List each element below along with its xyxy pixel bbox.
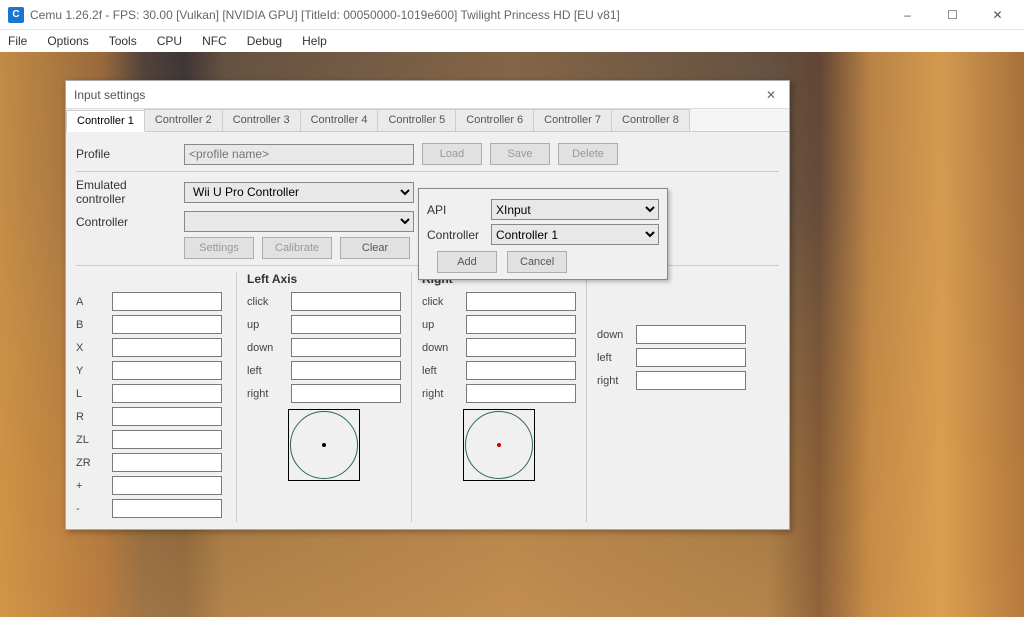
dialog-title: Input settings (74, 88, 761, 102)
profile-combo[interactable] (184, 144, 414, 165)
tab-controller-6[interactable]: Controller 6 (455, 109, 534, 131)
raxis-down-input[interactable] (466, 338, 576, 357)
btn-plus-input[interactable] (112, 476, 222, 495)
extra-left-input[interactable] (636, 348, 746, 367)
window-title: Cemu 1.26.2f - FPS: 30.00 [Vulkan] [NVID… (30, 8, 885, 22)
laxis-right-label: right (247, 388, 285, 400)
clear-button[interactable]: Clear (340, 237, 410, 259)
load-button[interactable]: Load (422, 143, 482, 165)
extra-right-label: right (597, 375, 630, 387)
laxis-down-label: down (247, 342, 285, 354)
add-controller-popup: API XInput Controller Controller 1 Add C… (418, 188, 668, 280)
maximize-button[interactable]: ☐ (930, 1, 975, 29)
profile-label: Profile (76, 147, 176, 161)
left-axis-dot (322, 443, 326, 447)
raxis-click-label: click (422, 296, 460, 308)
btn-x-label: X (76, 342, 106, 354)
btn-y-input[interactable] (112, 361, 222, 380)
right-axis-dot (497, 443, 501, 447)
btn-x-input[interactable] (112, 338, 222, 357)
laxis-down-input[interactable] (291, 338, 401, 357)
btn-b-input[interactable] (112, 315, 222, 334)
emulated-controller-select[interactable]: Wii U Pro Controller (184, 182, 414, 203)
extra-down-input[interactable] (636, 325, 746, 344)
tab-controller-3[interactable]: Controller 3 (222, 109, 301, 131)
laxis-click-label: click (247, 296, 285, 308)
minimize-button[interactable]: – (885, 1, 930, 29)
settings-button[interactable]: Settings (184, 237, 254, 259)
delete-button[interactable]: Delete (558, 143, 618, 165)
popup-api-select[interactable]: XInput (491, 199, 659, 220)
extra-left-label: left (597, 352, 630, 364)
btn-l-input[interactable] (112, 384, 222, 403)
close-button[interactable]: ✕ (975, 1, 1020, 29)
btn-minus-input[interactable] (112, 499, 222, 518)
btn-y-label: Y (76, 365, 106, 377)
btn-a-input[interactable] (112, 292, 222, 311)
laxis-left-label: left (247, 365, 285, 377)
menu-nfc[interactable]: NFC (198, 32, 231, 50)
left-axis-visualizer (288, 409, 360, 481)
raxis-up-input[interactable] (466, 315, 576, 334)
tab-controller-7[interactable]: Controller 7 (533, 109, 612, 131)
tab-controller-8[interactable]: Controller 8 (611, 109, 690, 131)
input-settings-dialog: Input settings ✕ Controller 1 Controller… (65, 80, 790, 530)
controller-label: Controller (76, 215, 176, 229)
extra-right-input[interactable] (636, 371, 746, 390)
menu-help[interactable]: Help (298, 32, 331, 50)
btn-zr-input[interactable] (112, 453, 222, 472)
laxis-click-input[interactable] (291, 292, 401, 311)
tab-controller-4[interactable]: Controller 4 (300, 109, 379, 131)
laxis-up-label: up (247, 319, 285, 331)
calibrate-button[interactable]: Calibrate (262, 237, 332, 259)
emulated-controller-label: Emulated controller (76, 178, 176, 206)
btn-r-label: R (76, 411, 106, 423)
popup-controller-label: Controller (427, 228, 485, 242)
tab-controller-1[interactable]: Controller 1 (66, 110, 145, 132)
popup-controller-select[interactable]: Controller 1 (491, 224, 659, 245)
right-axis-visualizer (463, 409, 535, 481)
menubar: File Options Tools CPU NFC Debug Help (0, 30, 1024, 52)
laxis-right-input[interactable] (291, 384, 401, 403)
menu-file[interactable]: File (4, 32, 31, 50)
laxis-left-input[interactable] (291, 361, 401, 380)
tab-controller-2[interactable]: Controller 2 (144, 109, 223, 131)
btn-a-label: A (76, 296, 106, 308)
btn-plus-label: + (76, 480, 106, 492)
main-window: C Cemu 1.26.2f - FPS: 30.00 [Vulkan] [NV… (0, 0, 1024, 617)
controller-tabs: Controller 1 Controller 2 Controller 3 C… (66, 109, 789, 132)
menu-cpu[interactable]: CPU (153, 32, 186, 50)
app-icon: C (8, 7, 24, 23)
btn-zl-input[interactable] (112, 430, 222, 449)
raxis-left-input[interactable] (466, 361, 576, 380)
extra-down-label: down (597, 329, 630, 341)
raxis-left-label: left (422, 365, 460, 377)
laxis-up-input[interactable] (291, 315, 401, 334)
btn-r-input[interactable] (112, 407, 222, 426)
menu-options[interactable]: Options (43, 32, 92, 50)
popup-api-label: API (427, 203, 485, 217)
btn-zr-label: ZR (76, 457, 106, 469)
popup-add-button[interactable]: Add (437, 251, 497, 273)
dialog-close-button[interactable]: ✕ (761, 88, 781, 102)
btn-zl-label: ZL (76, 434, 106, 446)
btn-minus-label: - (76, 503, 106, 515)
menu-debug[interactable]: Debug (243, 32, 286, 50)
raxis-up-label: up (422, 319, 460, 331)
dialog-titlebar: Input settings ✕ (66, 81, 789, 109)
titlebar: C Cemu 1.26.2f - FPS: 30.00 [Vulkan] [NV… (0, 0, 1024, 30)
raxis-down-label: down (422, 342, 460, 354)
left-axis-label: Left Axis (247, 272, 401, 286)
btn-b-label: B (76, 319, 106, 331)
controller-select[interactable] (184, 211, 414, 232)
save-button[interactable]: Save (490, 143, 550, 165)
menu-tools[interactable]: Tools (105, 32, 141, 50)
raxis-right-label: right (422, 388, 460, 400)
raxis-right-input[interactable] (466, 384, 576, 403)
tab-controller-5[interactable]: Controller 5 (377, 109, 456, 131)
popup-cancel-button[interactable]: Cancel (507, 251, 567, 273)
raxis-click-input[interactable] (466, 292, 576, 311)
btn-l-label: L (76, 388, 106, 400)
